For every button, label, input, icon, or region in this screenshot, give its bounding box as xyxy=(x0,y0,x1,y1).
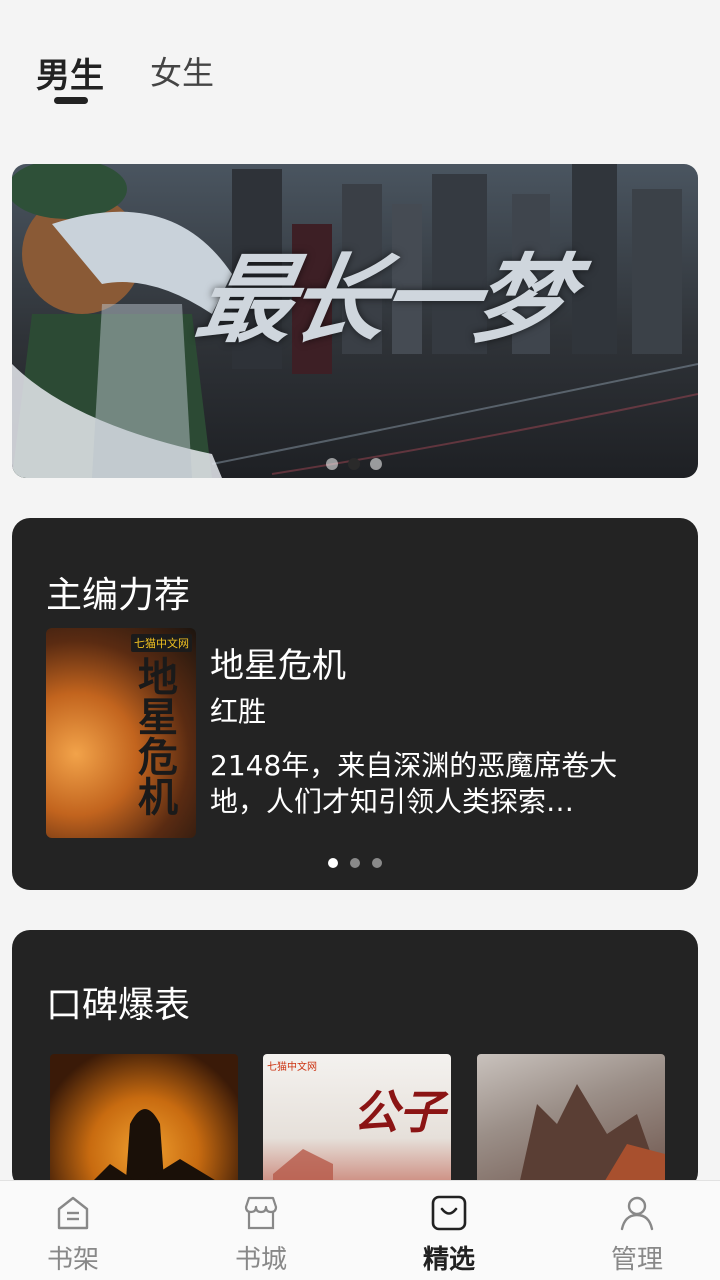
store-icon xyxy=(244,1196,278,1230)
book-thumbnails: 七猫中文网 公子 xyxy=(50,1054,670,1190)
nav-bookshelf[interactable]: 书架 xyxy=(0,1181,163,1280)
nav-manage[interactable]: 管理 xyxy=(547,1181,720,1280)
book-cover[interactable]: 七猫中文网 地星危机 xyxy=(46,628,196,838)
nav-bookstore[interactable]: 书城 xyxy=(171,1181,351,1280)
nav-label: 管理 xyxy=(610,1245,663,1275)
cover-title: 地星危机 xyxy=(131,656,178,816)
banner-title: 最长一梦 xyxy=(188,243,577,356)
book-description: 2148年，来自深渊的恶魔席卷大地，人们才知引领人类探索… xyxy=(210,749,618,818)
section-title: 口碑爆表 xyxy=(46,985,191,1026)
tab-male[interactable]: 男生 xyxy=(36,48,104,97)
featured-icon xyxy=(431,1195,467,1231)
section-title: 主编力荐 xyxy=(46,575,191,616)
word-of-mouth-section: 口碑爆表 七猫中文网 公子 xyxy=(12,930,698,1190)
nav-featured[interactable]: 精选 xyxy=(359,1181,539,1280)
editor-pick-section: 主编力荐 七猫中文网 地星危机 地星危机 红胜 2148年，来自深渊的恶魔席卷大… xyxy=(12,518,698,890)
banner-pagination xyxy=(326,458,382,470)
banner-dot-active xyxy=(348,458,360,470)
card-dot xyxy=(372,858,382,868)
book-thumbnail[interactable]: 七猫中文网 公子 xyxy=(263,1054,451,1190)
book-title[interactable]: 地星危机 xyxy=(210,638,346,687)
nav-label: 书架 xyxy=(46,1245,99,1275)
book-thumbnail[interactable] xyxy=(477,1054,665,1190)
book-author: 红胜 xyxy=(210,695,267,728)
bookshelf-icon xyxy=(57,1196,89,1230)
banner-dot xyxy=(326,458,338,470)
nav-label: 精选 xyxy=(422,1245,475,1275)
tab-active-indicator xyxy=(54,97,88,104)
gender-tabs: 男生 女生 xyxy=(0,40,720,110)
book-thumbnail[interactable] xyxy=(50,1054,238,1190)
nav-label: 书城 xyxy=(234,1245,287,1275)
banner-dot xyxy=(370,458,382,470)
hero-banner[interactable]: 最长一梦 xyxy=(12,164,698,478)
bottom-nav: 书架 书城 精选 管理 xyxy=(0,1180,720,1280)
card-pagination xyxy=(328,858,382,868)
card-dot-active xyxy=(328,858,338,868)
tab-female[interactable]: 女生 xyxy=(150,48,214,94)
profile-icon xyxy=(620,1196,654,1231)
card-dot xyxy=(350,858,360,868)
cover-badge: 七猫中文网 xyxy=(131,634,192,652)
